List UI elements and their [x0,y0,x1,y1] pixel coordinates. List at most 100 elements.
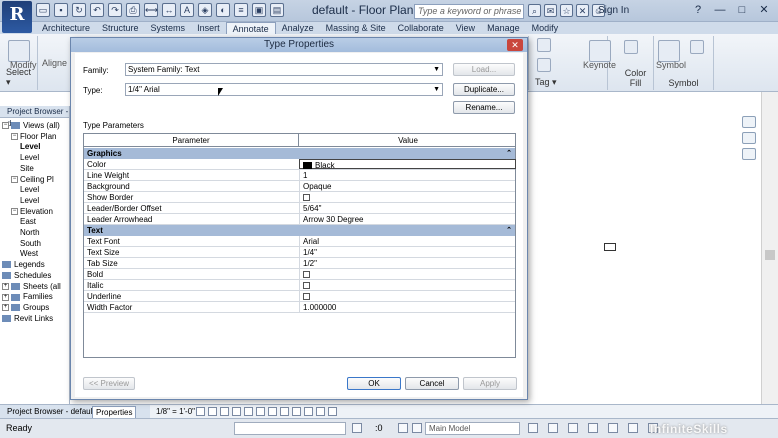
maximize-button[interactable]: □ [734,3,750,17]
visual-style-icon[interactable] [208,407,217,416]
lock-3d-icon[interactable] [268,407,277,416]
close-hidden-icon[interactable]: ▣ [252,3,266,17]
search-input[interactable]: Type a keyword or phrase [414,4,524,19]
collapse-icon[interactable]: − [11,207,18,215]
vertical-scrollbar[interactable] [761,92,778,404]
text-icon[interactable]: A [180,3,194,17]
undo-icon[interactable]: ↶ [90,3,104,17]
parameter-value-cell[interactable]: 1/2" [299,258,516,268]
open-icon[interactable]: ▭ [36,3,50,17]
parameter-value-cell[interactable] [299,280,516,290]
color-fill-icon[interactable] [624,40,638,54]
shadows-icon[interactable] [232,407,241,416]
expand-icon[interactable]: + [2,304,9,312]
drag-elements-icon[interactable] [628,423,638,433]
parameter-checkbox[interactable] [303,271,310,279]
tag-dropdown[interactable]: Tag ▾ [529,77,607,88]
reveal-constraints-icon[interactable] [328,407,337,416]
dialog-close-button[interactable]: ✕ [507,39,523,51]
save-icon[interactable]: ▪ [54,3,68,17]
project-browser-item[interactable]: + Groups [2,303,49,313]
parameter-value-cell[interactable]: Arrow 30 Degree [299,214,516,224]
project-browser-item[interactable]: East [20,217,36,227]
rename-button[interactable]: Rename... [453,101,515,114]
project-browser-item[interactable]: Site [20,164,34,174]
parameter-checkbox[interactable] [303,282,310,290]
text-tag-marker[interactable] [604,243,616,251]
reveal-hidden-icon[interactable] [292,407,301,416]
select-underlay-icon[interactable] [568,423,578,433]
project-browser-item[interactable]: − Ceiling Pl [11,175,54,185]
project-browser-item[interactable]: − Views (all) [2,121,60,131]
design-options-icon[interactable] [398,423,408,433]
dimension-icon[interactable]: ↔ [162,3,176,17]
expand-icon[interactable]: + [2,293,9,301]
parameter-checkbox[interactable] [303,293,310,301]
keynote-icon[interactable] [589,40,611,62]
active-design-option[interactable]: Main Model [425,422,520,435]
sign-in-link[interactable]: Sign In [598,5,629,16]
editable-only-icon[interactable] [352,423,362,433]
detail-level-icon[interactable] [196,407,205,416]
select-dropdown[interactable]: Select ▾ [0,67,37,88]
project-browser-item[interactable]: Level [20,185,39,195]
help-button[interactable]: ? [690,3,706,17]
tag-all-icon[interactable] [537,58,551,72]
temporary-hide-icon[interactable] [280,407,289,416]
project-browser-item[interactable]: Schedules [2,271,51,281]
project-browser-item[interactable]: Level [20,142,40,152]
ok-button[interactable]: OK [347,377,401,390]
view-scale[interactable]: 1/8" = 1'-0" [156,406,195,417]
communication-icon[interactable]: ☆ [560,4,573,17]
project-browser-item[interactable]: + Families [2,292,53,302]
apply-button[interactable]: Apply [463,377,517,390]
highlight-displacement-icon[interactable] [316,407,325,416]
project-browser-item[interactable]: + Sheets (all [2,282,61,292]
redo-icon[interactable]: ↷ [108,3,122,17]
load-button[interactable]: Load... [453,63,515,76]
parameter-group-header[interactable]: Graphics ⌃ [84,148,515,159]
scroll-thumb[interactable] [765,250,775,260]
measure-icon[interactable]: ⟷ [144,3,158,17]
parameter-value-cell[interactable]: Arial [299,236,516,246]
parameter-value-cell[interactable] [299,291,516,301]
switch-windows-icon[interactable]: ▤ [270,3,284,17]
analytical-model-icon[interactable] [304,407,313,416]
favorites-icon[interactable]: ✕ [576,4,589,17]
parameter-checkbox[interactable] [303,194,310,202]
section-icon[interactable]: ◐ [216,3,230,17]
project-browser-item[interactable]: South [20,239,41,249]
show-crop-icon[interactable] [256,407,265,416]
collapse-icon[interactable]: − [11,175,18,183]
parameter-value-cell[interactable]: 1.000000 [299,302,516,312]
select-links-icon[interactable] [548,423,558,433]
collapse-icon[interactable]: − [11,133,18,141]
parameter-value-cell[interactable]: 1/4" [299,247,516,257]
exclude-options-icon[interactable] [528,423,538,433]
close-window-button[interactable]: ✕ [756,3,772,17]
parameter-value-cell[interactable]: Black [299,159,516,170]
collapse-icon[interactable]: − [2,122,9,130]
project-browser-item[interactable]: Revit Links [2,314,53,324]
project-browser-item[interactable]: Legends [2,260,45,270]
steering-wheel-icon[interactable] [742,132,756,144]
3d-view-icon[interactable]: ◈ [198,3,212,17]
parameter-value-cell[interactable]: 1 [299,170,516,180]
subscription-icon[interactable]: ✉ [544,4,557,17]
project-browser-item[interactable]: West [20,249,38,259]
app-menu-button[interactable]: R [2,1,32,33]
project-browser-item[interactable]: North [20,228,40,238]
print-icon[interactable]: ⎙ [126,3,140,17]
expand-icon[interactable]: + [2,282,9,290]
cancel-button[interactable]: Cancel [405,377,459,390]
select-pinned-icon[interactable] [588,423,598,433]
project-browser-item[interactable]: − Elevation [11,207,53,217]
crop-view-icon[interactable] [244,407,253,416]
project-browser-item[interactable]: − Floor Plan [11,132,56,142]
project-browser-item[interactable]: Level [20,153,39,163]
select-by-face-icon[interactable] [608,423,618,433]
collapse-group-icon[interactable]: ⌃ [506,148,512,159]
duplicate-button[interactable]: Duplicate... [453,83,515,96]
zoom-icon[interactable] [742,148,756,160]
tag-icon[interactable] [537,38,551,52]
